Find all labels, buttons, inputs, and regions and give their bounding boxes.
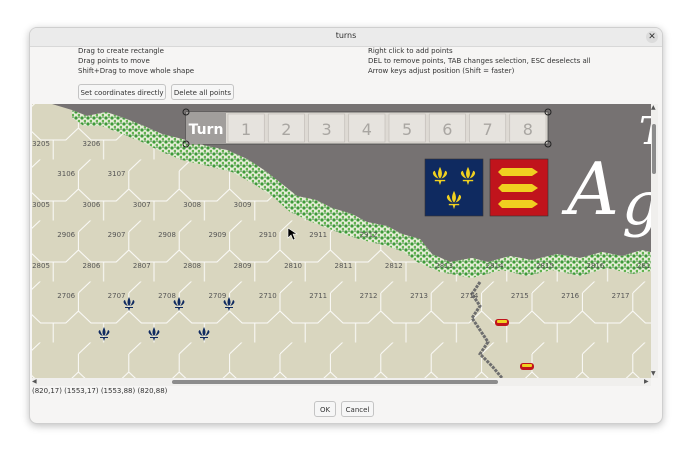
title-bar: turns ✕ xyxy=(30,28,662,47)
hex-label: 2807 xyxy=(133,262,151,270)
hex-label: 3107 xyxy=(108,170,126,178)
hex-label: 3005 xyxy=(32,201,50,209)
hex-label: 2816 xyxy=(586,262,604,270)
turn-number: 3 xyxy=(322,120,332,139)
close-icon[interactable]: ✕ xyxy=(646,31,658,43)
lion-icon xyxy=(495,319,509,326)
hint-drag-points: Drag points to move xyxy=(78,57,150,65)
hex-label: 2711 xyxy=(309,292,327,300)
hex-label: 2714 xyxy=(460,292,478,300)
france-flag xyxy=(424,158,484,217)
scroll-down-icon[interactable]: ▼ xyxy=(651,370,656,378)
hint-right-click: Right click to add points xyxy=(368,47,453,55)
hint-shift-drag: Shift+Drag to move whole shape xyxy=(78,67,195,75)
hint-arrow-keys: Arrow keys adjust position (Shift = fast… xyxy=(368,67,515,75)
hex-label: 2911 xyxy=(309,231,327,239)
vertical-scroll-thumb[interactable] xyxy=(652,124,656,174)
hex-label: 3006 xyxy=(82,201,100,209)
hex-label: 2810 xyxy=(284,262,302,270)
horizontal-scrollbar[interactable]: ◀ ▶ xyxy=(32,378,651,386)
hex-label: 3206 xyxy=(82,140,100,148)
hex-label: 2806 xyxy=(82,262,100,270)
hex-label: 2910 xyxy=(259,231,277,239)
scroll-left-icon[interactable]: ◀ xyxy=(32,378,37,386)
hex-label: 2715 xyxy=(511,292,529,300)
hex-label: 2813 xyxy=(435,262,453,270)
turn-number: 2 xyxy=(281,120,291,139)
turn-number: 8 xyxy=(523,120,533,139)
hex-label: 2808 xyxy=(183,262,201,270)
hints-right: Right click to add points DEL to remove … xyxy=(368,46,591,76)
hex-label: 2805 xyxy=(32,262,50,270)
lion-icon xyxy=(520,363,534,370)
hex-label: 2716 xyxy=(561,292,579,300)
vertical-scrollbar[interactable]: ▲ ▼ xyxy=(651,104,658,378)
hex-label: 2908 xyxy=(158,231,176,239)
title-letter: A xyxy=(561,147,619,231)
ok-button[interactable]: OK xyxy=(314,401,336,417)
hex-label: 2707 xyxy=(108,292,126,300)
scroll-right-icon[interactable]: ▶ xyxy=(644,378,649,386)
turn-number: 1 xyxy=(241,120,251,139)
cancel-button[interactable]: Cancel xyxy=(341,401,374,417)
hex-label: 3007 xyxy=(133,201,151,209)
hex-label: 2815 xyxy=(536,262,554,270)
scroll-up-icon[interactable]: ▲ xyxy=(651,104,656,112)
hex-label: 2907 xyxy=(108,231,126,239)
horizontal-scroll-thumb[interactable] xyxy=(172,380,498,384)
hex-label: 2811 xyxy=(334,262,352,270)
hex-label: 2706 xyxy=(57,292,75,300)
hex-label: 2712 xyxy=(360,292,378,300)
hex-label: 2710 xyxy=(259,292,277,300)
hex-label: 3008 xyxy=(183,201,201,209)
coordinates-status: (820,17) (1553,17) (1553,88) (820,88) xyxy=(32,387,168,395)
england-flag xyxy=(489,158,549,217)
hex-label: 2909 xyxy=(208,231,226,239)
hex-label: 2717 xyxy=(612,292,630,300)
hex-label: 2812 xyxy=(385,262,403,270)
hint-del-tab-esc: DEL to remove points, TAB changes select… xyxy=(368,57,591,65)
hex-label: 2906 xyxy=(57,231,75,239)
hex-label: 2912 xyxy=(360,231,378,239)
turn-number: 6 xyxy=(442,120,452,139)
hint-drag-rect: Drag to create rectangle xyxy=(78,47,164,55)
hints-left: Drag to create rectangle Drag points to … xyxy=(78,46,194,76)
hex-label: 3205 xyxy=(32,140,50,148)
turn-number: 5 xyxy=(402,120,412,139)
hex-label: 2708 xyxy=(158,292,176,300)
map-canvas[interactable]: 3205 3206 3106 3107 3005 3006 3007 3008 3009 2906… xyxy=(32,104,658,378)
delete-all-points-button[interactable]: Delete all points xyxy=(171,84,234,100)
turn-label: Turn xyxy=(189,122,224,138)
turn-number: 7 xyxy=(483,120,493,139)
map-svg: 3205 3206 3106 3107 3005 3006 3007 3008 3009 2906… xyxy=(32,104,658,378)
set-coordinates-button[interactable]: Set coordinates directly xyxy=(78,84,166,100)
window-title: turns xyxy=(335,31,357,40)
hex-label: 2814 xyxy=(486,262,504,270)
turn-number: 4 xyxy=(362,120,372,139)
hex-label: 3009 xyxy=(234,201,252,209)
turn-track: Turn 1 2 3 4 5 6 7 8 xyxy=(182,108,552,148)
hex-label: 2809 xyxy=(234,262,252,270)
hex-label: 2713 xyxy=(410,292,428,300)
hex-label: 2709 xyxy=(208,292,226,300)
dialog-window: turns ✕ Drag to create rectangle Drag po… xyxy=(29,27,663,424)
hex-label: 3106 xyxy=(57,170,75,178)
